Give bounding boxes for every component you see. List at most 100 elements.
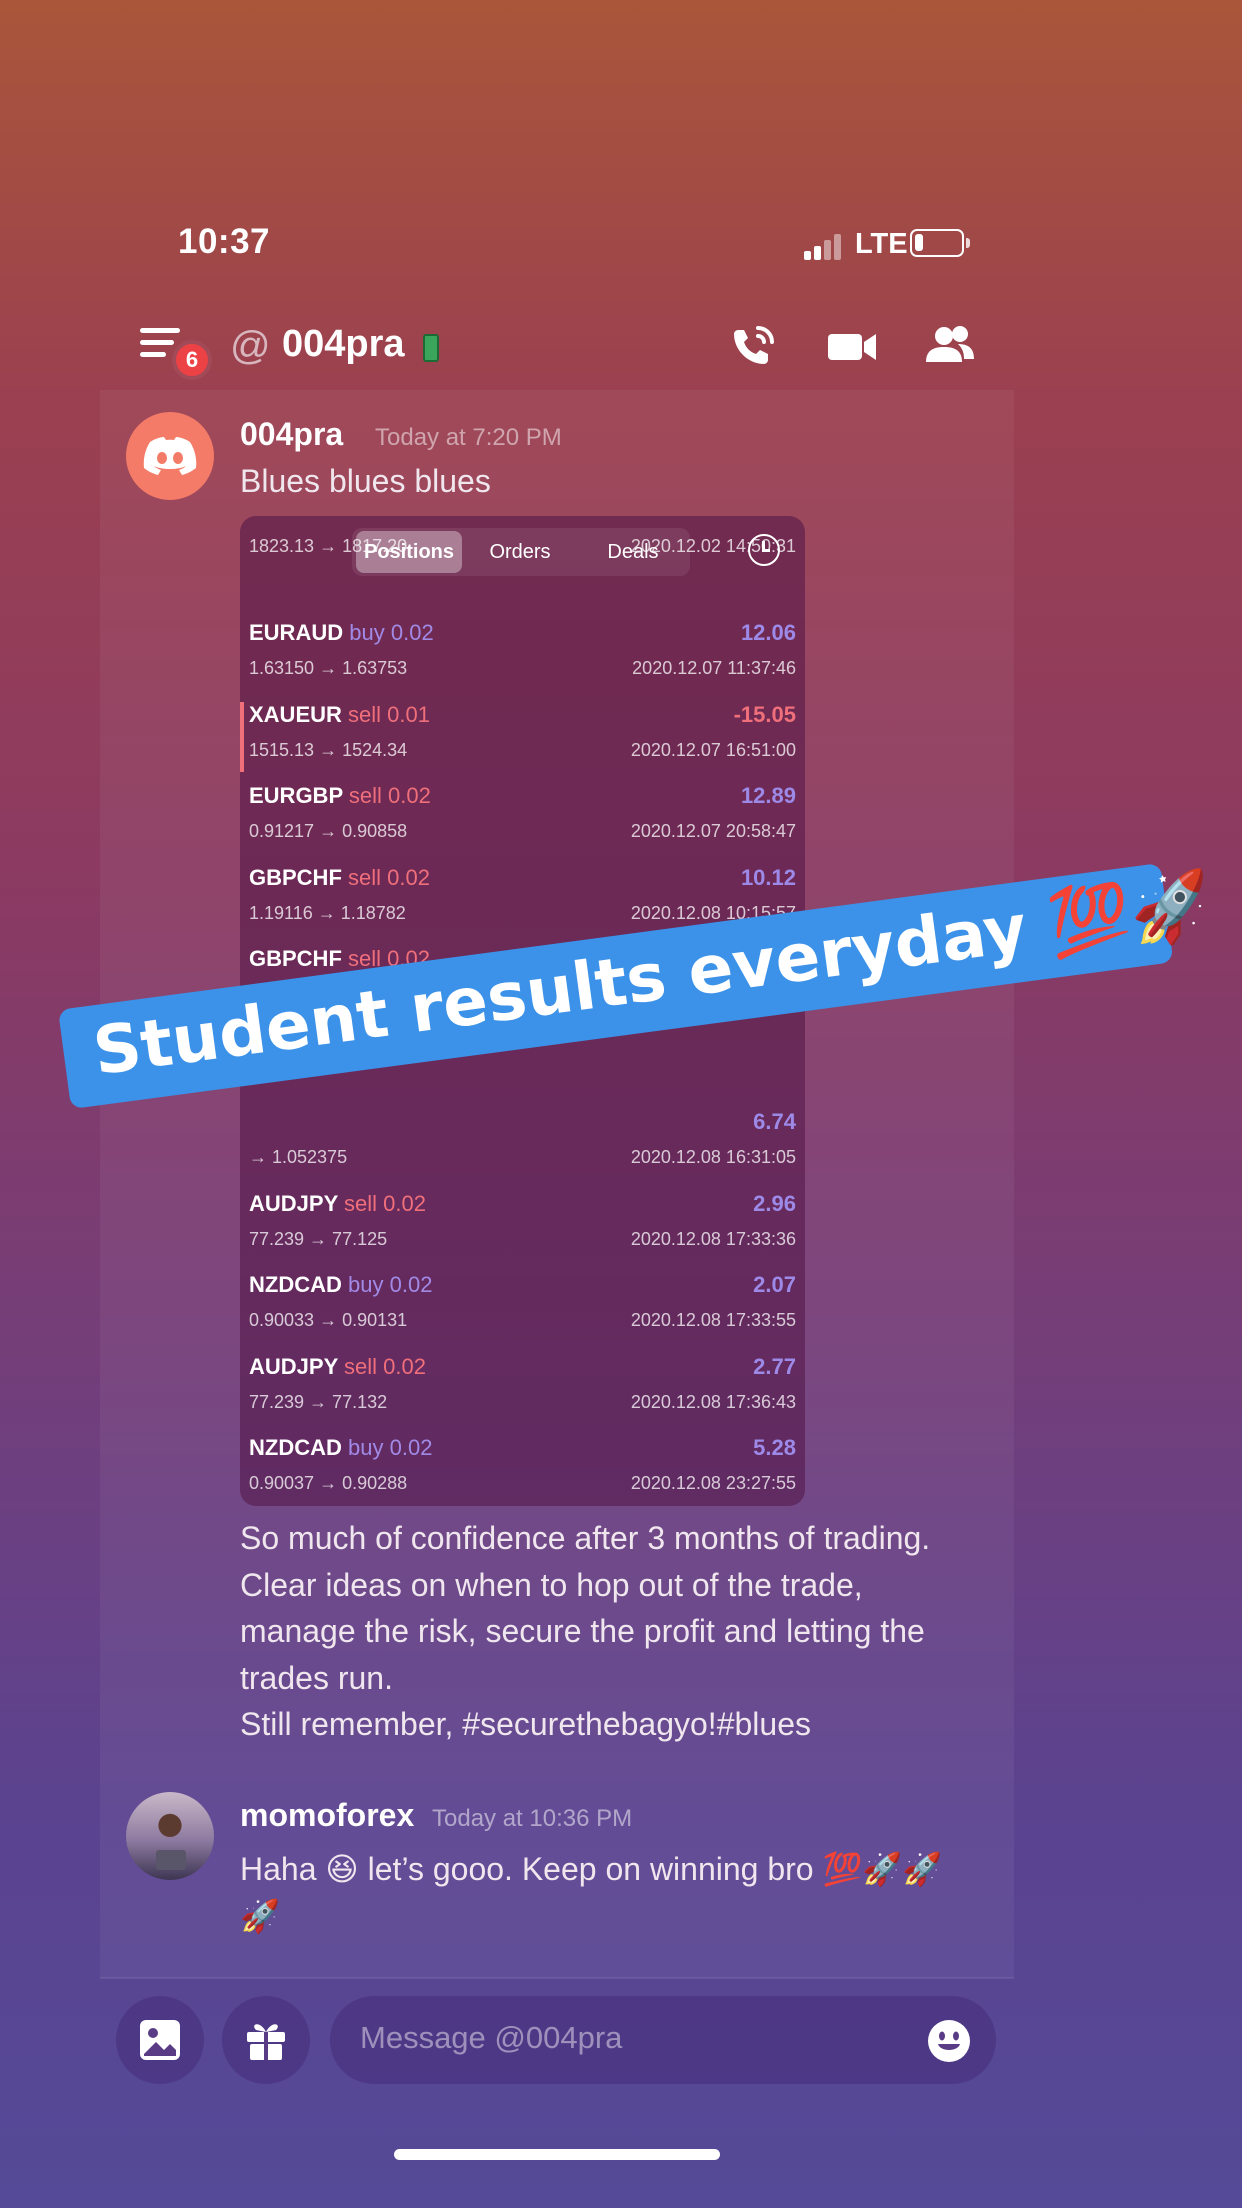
trade-row[interactable]: EURAUD buy 0.02 1.63150 → 1.63753 12.06 202… [240,614,805,695]
trade-profit: 2.77 [753,1353,796,1379]
trade-row[interactable]: NZDCAD buy 0.02 0.90033 → 0.90131 2.07 2020… [240,1266,805,1347]
trade-title: EURAUD buy 0.02 [249,620,434,646]
trade-volume: 0.02 [387,864,430,890]
message-input[interactable]: Message @004pra [330,1996,996,2084]
emoji-icon[interactable] [926,2018,972,2064]
notification-badge: 6 [172,340,212,380]
at-symbol: @ [230,324,271,368]
dm-header: 6 @ 004pra [100,310,1020,380]
trade-profit: 2.07 [753,1272,796,1297]
message-author[interactable]: momoforex [240,1797,414,1834]
trade-side: buy [348,1272,384,1297]
trade-row[interactable]: → 1.052375 6.74 2020.12.08 16:31:05 [240,1103,805,1184]
trade-profit: 12.06 [740,620,796,645]
trade-tabs: Positions Orders Deals [352,528,690,576]
trade-title: NZDCAD buy 0.02 [249,1435,432,1461]
message-line: 🚀 [240,1897,280,1934]
trade-side: sell [343,1190,377,1216]
home-indicator[interactable] [394,2149,720,2160]
message-line: Still remember, #securethebagyo!#blues [240,1706,811,1742]
trade-volume: 0.02 [390,620,434,645]
mobile-phone-icon [423,334,439,362]
trade-title: AUDJPY sell 0.02 [249,1354,426,1380]
message-line: trades run. [240,1659,393,1696]
tab-orders[interactable]: Orders [468,528,572,576]
trade-date: 2020.12.08 23:27:55 [630,1473,796,1493]
members-icon[interactable] [922,322,974,370]
status-time: 10:37 [178,222,271,261]
tab-positions[interactable]: Positions [356,531,462,573]
gift-icon[interactable] [222,1996,310,2084]
trade-symbol: EURAUD [249,620,344,645]
trade-row[interactable]: NZDCAD buy 0.02 0.90037 → 0.90288 5.28 2020… [240,1429,805,1506]
trade-symbol: AUDJPY [249,1190,338,1216]
trade-date: 2020.12.08 17:33:55 [630,1310,796,1330]
trade-row[interactable]: AUDJPY sell 0.02 77.239 → 77.132 2.77 2020.… [240,1348,805,1429]
trade-title: NZDCAD buy 0.02 [249,1272,432,1298]
status-bar: 10:37 LTE [0,222,1242,272]
trade-prices: 77.239 → 77.125 [249,1228,388,1249]
trade-prices: 1515.13 → 1524.34 [249,739,408,760]
tab-deals[interactable]: Deals [578,528,688,576]
trade-side: buy [349,620,385,645]
trade-profit: -15.05 [733,701,796,727]
trade-volume: 0.02 [389,1435,433,1460]
trade-title: AUDJPY sell 0.02 [249,1191,426,1217]
clock-icon[interactable] [748,534,780,566]
trade-volume: 0.02 [389,1272,433,1297]
trade-side: sell [348,864,382,890]
trade-date: 2020.12.08 17:33:36 [630,1228,796,1249]
message-input-placeholder: Message @004pra [360,2020,623,2055]
phone-call-icon[interactable] [728,322,780,370]
trade-row[interactable]: EURGBP sell 0.02 0.91217 → 0.90858 12.89 20… [240,777,805,858]
message-line: Haha 😆 let’s gooo. Keep on winning bro 💯… [240,1851,943,1887]
trade-symbol: NZDCAD [249,1435,342,1460]
trade-date: 2020.12.07 11:37:46 [632,658,796,678]
trade-title: EURGBP sell 0.02 [249,783,431,809]
trade-prices: 1.63150 → 1.63753 [249,658,408,678]
trade-row[interactable]: AUDJPY sell 0.02 77.239 → 77.125 2.96 2020.… [240,1185,805,1266]
loss-marker [240,701,244,772]
trade-volume: 0.01 [387,701,430,727]
trade-date: 2020.12.07 16:51:00 [630,739,796,760]
signal-strength-icon [804,234,844,260]
discord-logo-icon [143,437,197,475]
message-timestamp: Today at 7:20 PM [375,424,562,451]
trade-symbol: EURGBP [249,783,343,808]
message-body: So much of confidence after 3 months of … [240,1515,930,1748]
trade-symbol: GBPCHF [249,864,342,890]
trade-symbol: GBPCHF [249,946,342,971]
trade-volume: 0.02 [388,783,431,808]
trade-volume: 0.02 [383,1353,426,1379]
message-text: Haha 😆 let’s gooo. Keep on winning bro 💯… [240,1846,1000,1939]
trade-symbol: XAUEUR [249,701,342,727]
trade-prices: 77.239 → 77.132 [249,1391,388,1412]
trade-side: sell [348,783,382,808]
trade-date: 2020.12.08 16:31:05 [630,1147,796,1167]
trade-symbol: NZDCAD [249,1272,342,1297]
trade-prices: 0.91217 → 0.90858 [249,821,408,841]
trade-volume: 0.02 [383,1190,426,1216]
message-line: So much of confidence after 3 months of … [240,1520,931,1556]
message-timestamp: Today at 10:36 PM [432,1805,633,1832]
message-author[interactable]: 004pra [240,416,343,453]
trade-prices: 0.90037 → 0.90288 [249,1473,408,1493]
trade-title: XAUEUR sell 0.01 [249,702,430,728]
trade-prices: 0.90033 → 0.90131 [249,1310,408,1330]
dm-title[interactable]: 004pra [282,323,405,366]
trade-row[interactable]: XAUEUR sell 0.01 1515.13 → 1524.34 -15.05 2… [240,696,805,777]
trade-profit: 12.89 [740,783,796,808]
avatar[interactable] [126,412,214,500]
trade-prices: 1.19116 → 1.18782 [249,902,406,923]
message-line: manage the risk, secure the profit and l… [240,1613,925,1649]
video-camera-icon[interactable] [826,322,878,370]
trade-date: 2020.12.08 17:36:43 [630,1391,796,1412]
trade-title: GBPCHF sell 0.02 [249,865,430,891]
message-text: Blues blues blues [240,463,491,499]
network-type: LTE [855,228,908,260]
avatar[interactable] [126,1792,214,1880]
image-icon[interactable] [116,1996,204,2084]
trade-side: buy [348,1435,384,1460]
trade-date: 2020.12.07 20:58:47 [630,821,796,841]
trade-side: sell [343,1353,377,1379]
